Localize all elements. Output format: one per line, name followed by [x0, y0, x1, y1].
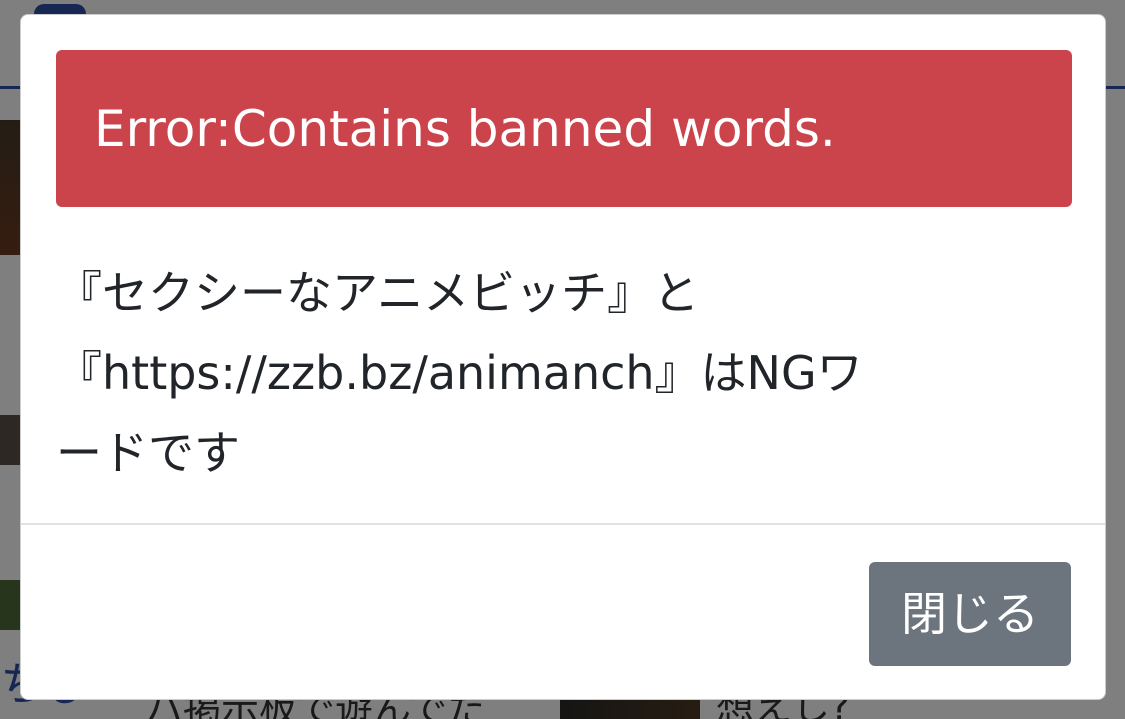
dialog-message: 『セクシーなアニメビッチ』と 『https://zzb.bz/animanch』… [56, 253, 1056, 493]
message-line: ードです [56, 426, 240, 480]
error-alert: Error:Contains banned words. [56, 50, 1072, 207]
error-alert-text: Error:Contains banned words. [94, 99, 836, 158]
close-button[interactable]: 閉じる [869, 562, 1071, 666]
message-line: 『https://zzb.bz/animanch』はNGワ [56, 346, 863, 400]
error-dialog: Error:Contains banned words. 『セクシーなアニメビッ… [20, 14, 1106, 700]
message-line: 『セクシーなアニメビッチ』と [56, 266, 700, 320]
page: ちびT ハ掲示板で遊んでた 想えし? Error:Contains banned… [0, 0, 1125, 719]
dialog-footer-divider [21, 523, 1105, 525]
